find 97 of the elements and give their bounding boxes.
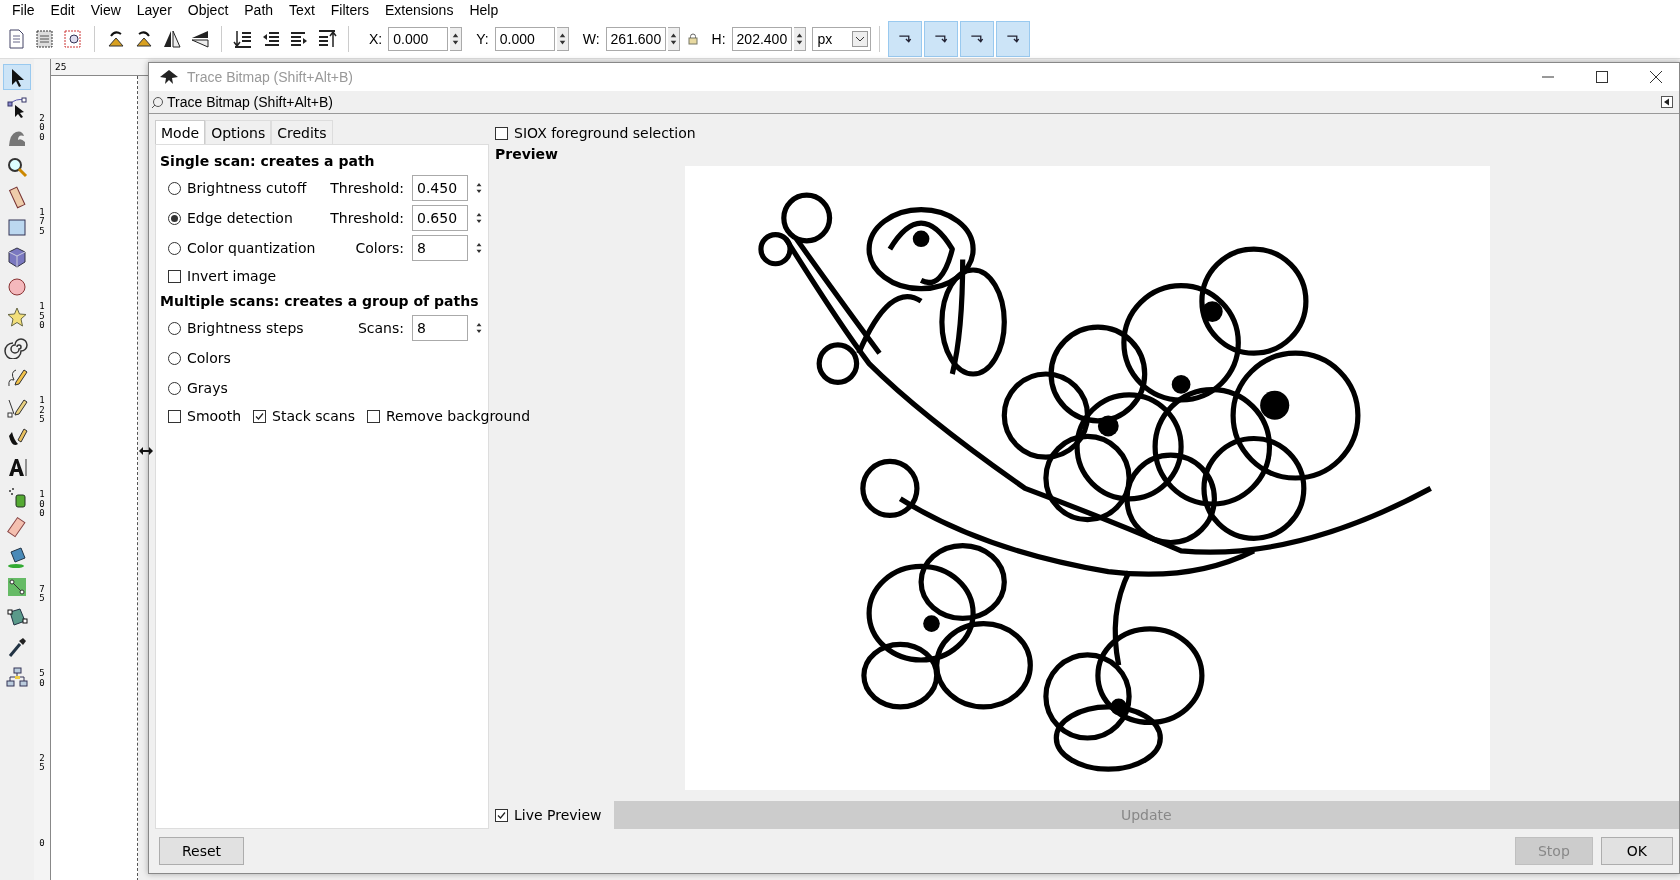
menu-item[interactable]: View bbox=[82, 2, 129, 18]
ruler-label: 25 bbox=[39, 753, 45, 773]
radio-button[interactable] bbox=[168, 381, 181, 395]
section-heading: Multiple scans: creates a group of paths bbox=[160, 292, 480, 311]
deselect-icon[interactable] bbox=[62, 28, 84, 50]
number-field[interactable]: 0.000 bbox=[388, 27, 449, 51]
checkbox-label[interactable]: Remove background bbox=[386, 408, 531, 424]
menu-item[interactable]: File bbox=[4, 2, 43, 18]
ruler-label: 75 bbox=[39, 584, 45, 604]
spin-button[interactable] bbox=[556, 27, 569, 51]
rotate-left-icon[interactable] bbox=[105, 28, 127, 50]
tab[interactable]: Mode bbox=[155, 120, 206, 144]
radio-button[interactable] bbox=[168, 241, 181, 255]
option-label[interactable]: Edge detection bbox=[187, 210, 325, 226]
checkbox-label[interactable]: Live Preview bbox=[514, 807, 602, 823]
menu-item[interactable]: Layer bbox=[128, 2, 180, 18]
checkbox[interactable] bbox=[168, 409, 181, 423]
field-label: Scans: bbox=[357, 320, 404, 336]
ruler-label: 200 bbox=[39, 113, 45, 143]
trace-icon bbox=[151, 95, 164, 109]
option-label[interactable]: Grays bbox=[187, 380, 488, 396]
menu-item[interactable]: Object bbox=[179, 2, 237, 18]
number-field[interactable]: 0.650 bbox=[412, 205, 468, 231]
resize-handle-icon[interactable] bbox=[139, 446, 153, 456]
flip-vertical-icon[interactable] bbox=[189, 28, 211, 50]
number-field[interactable]: 202.400 bbox=[731, 27, 792, 51]
menu-item[interactable]: Extensions bbox=[376, 2, 462, 18]
rotate-right-icon[interactable] bbox=[133, 28, 155, 50]
checkbox-label[interactable]: Smooth bbox=[187, 408, 242, 424]
radio-button[interactable] bbox=[168, 181, 181, 195]
app-logo-icon bbox=[159, 69, 179, 85]
mesh-icon[interactable] bbox=[4, 605, 30, 629]
menu-item[interactable]: Help bbox=[461, 2, 507, 18]
spin-button[interactable] bbox=[793, 27, 806, 51]
option-label[interactable]: Color quantization bbox=[187, 240, 350, 256]
pointer-icon[interactable] bbox=[4, 65, 30, 89]
menu-item[interactable]: Filters bbox=[322, 2, 377, 18]
radio-button[interactable] bbox=[168, 321, 181, 335]
unit-dropdown[interactable]: px bbox=[811, 27, 871, 51]
field-label: Threshold: bbox=[330, 210, 404, 226]
ruler-label: 100 bbox=[39, 490, 45, 519]
field-label: Y: bbox=[476, 31, 489, 47]
spin-button[interactable] bbox=[450, 27, 463, 51]
number-field[interactable]: 8 bbox=[412, 235, 468, 261]
snap-toggle[interactable] bbox=[923, 21, 958, 57]
flip-horizontal-icon[interactable] bbox=[161, 28, 183, 50]
section-heading: Single scan: creates a path bbox=[160, 152, 376, 171]
checkbox[interactable] bbox=[168, 269, 181, 283]
menu-item[interactable]: Text bbox=[281, 2, 323, 18]
layers-icon[interactable] bbox=[34, 28, 56, 50]
field-label: Colors: bbox=[355, 240, 404, 256]
spin-button[interactable] bbox=[667, 27, 680, 51]
node-icon[interactable] bbox=[4, 95, 30, 119]
checkbox-label[interactable]: Stack scans bbox=[272, 408, 355, 424]
option-label[interactable]: Brightness cutoff bbox=[187, 180, 325, 196]
connector-icon[interactable] bbox=[4, 665, 30, 689]
radio-button[interactable] bbox=[168, 351, 181, 365]
menu-item[interactable]: Edit bbox=[42, 2, 83, 18]
ruler-label: 25 bbox=[55, 62, 67, 72]
raise-to-top-icon[interactable] bbox=[316, 28, 338, 50]
tab[interactable]: Credits bbox=[271, 120, 333, 144]
snap-toggle[interactable] bbox=[995, 21, 1030, 57]
checkbox-label[interactable]: SIOX foreground selection bbox=[514, 125, 696, 141]
ruler-label: 0 bbox=[39, 838, 45, 849]
checkbox-label[interactable]: Invert image bbox=[187, 268, 277, 284]
option-label[interactable]: Colors bbox=[187, 350, 488, 366]
number-field[interactable]: 8 bbox=[412, 315, 468, 341]
snap-toggle[interactable] bbox=[959, 21, 994, 57]
checkbox[interactable] bbox=[495, 808, 508, 822]
field-label: Threshold: bbox=[330, 180, 404, 196]
lower-to-bottom-icon[interactable] bbox=[232, 28, 254, 50]
panel-title: Trace Bitmap (Shift+Alt+B) bbox=[167, 94, 334, 110]
lock-icon[interactable] bbox=[687, 33, 698, 45]
option-label[interactable]: Brightness steps bbox=[187, 320, 352, 336]
field-label: X: bbox=[369, 31, 383, 47]
checkbox[interactable] bbox=[253, 409, 267, 423]
dialog-button[interactable]: Reset bbox=[159, 837, 245, 865]
field-label: W: bbox=[582, 31, 600, 47]
preview-heading: Preview bbox=[495, 146, 559, 164]
radio-button[interactable] bbox=[168, 211, 181, 225]
ruler-label: 150 bbox=[39, 302, 45, 331]
number-field[interactable]: 0.450 bbox=[412, 175, 468, 201]
field-label: H: bbox=[711, 31, 726, 47]
checkbox[interactable] bbox=[367, 409, 380, 423]
dialog-button[interactable]: OK bbox=[1600, 837, 1673, 865]
menu-item[interactable]: Path bbox=[236, 2, 282, 18]
window-title: Trace Bitmap (Shift+Alt+B) bbox=[187, 69, 354, 85]
checkbox[interactable] bbox=[495, 126, 508, 140]
caret-icon[interactable] bbox=[851, 31, 868, 47]
ruler-label: 125 bbox=[39, 396, 45, 425]
collapse-button[interactable] bbox=[1661, 96, 1673, 108]
ruler-label: 175 bbox=[39, 208, 45, 237]
snap-toggle[interactable] bbox=[887, 21, 922, 57]
tab[interactable]: Options bbox=[205, 120, 272, 144]
ruler-label: 50 bbox=[39, 669, 45, 689]
number-field[interactable]: 0.000 bbox=[494, 27, 555, 51]
number-field[interactable]: 261.600 bbox=[605, 27, 666, 51]
